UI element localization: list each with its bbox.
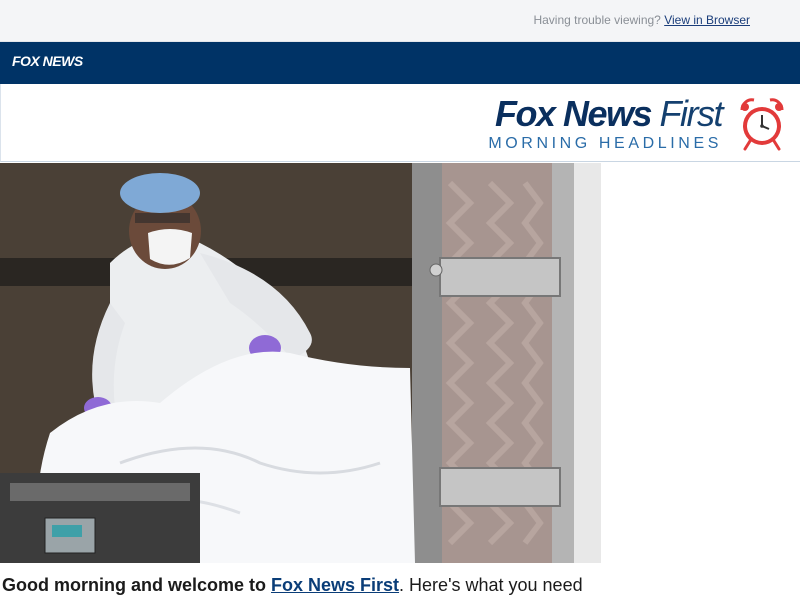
newsletter-header: Fox News First MORNING HEADLINES — [0, 84, 800, 162]
trouble-viewing-text: Having trouble viewing? View in Browser — [533, 13, 750, 27]
fox-news-logo-text: FOX NEWS — [12, 53, 83, 69]
fox-news-nav-bar: FOX NEWS — [0, 42, 800, 84]
newsletter-title: Fox News First — [488, 93, 724, 134]
alarm-clock-icon — [740, 98, 784, 151]
newsletter-title-light: First — [659, 93, 724, 134]
hero-photo[interactable] — [0, 163, 601, 563]
preheader-bar: Having trouble viewing? View in Browser — [0, 0, 800, 42]
newsletter-title-bold: Fox News — [494, 93, 653, 134]
intro-paragraph: Good morning and welcome to Fox News Fir… — [2, 575, 583, 596]
fox-news-first-link[interactable]: Fox News First — [271, 575, 399, 595]
trouble-viewing-label: Having trouble viewing? — [533, 13, 661, 27]
newsletter-brand: Fox News First MORNING HEADLINES — [488, 93, 724, 153]
intro-rest: . Here's what you need — [399, 575, 583, 595]
intro-greeting: Good morning and welcome to — [2, 575, 272, 595]
view-in-browser-link[interactable]: View in Browser — [664, 13, 750, 27]
newsletter-subtitle: MORNING HEADLINES — [488, 135, 722, 152]
fox-news-logo[interactable]: FOX NEWS — [12, 53, 83, 69]
